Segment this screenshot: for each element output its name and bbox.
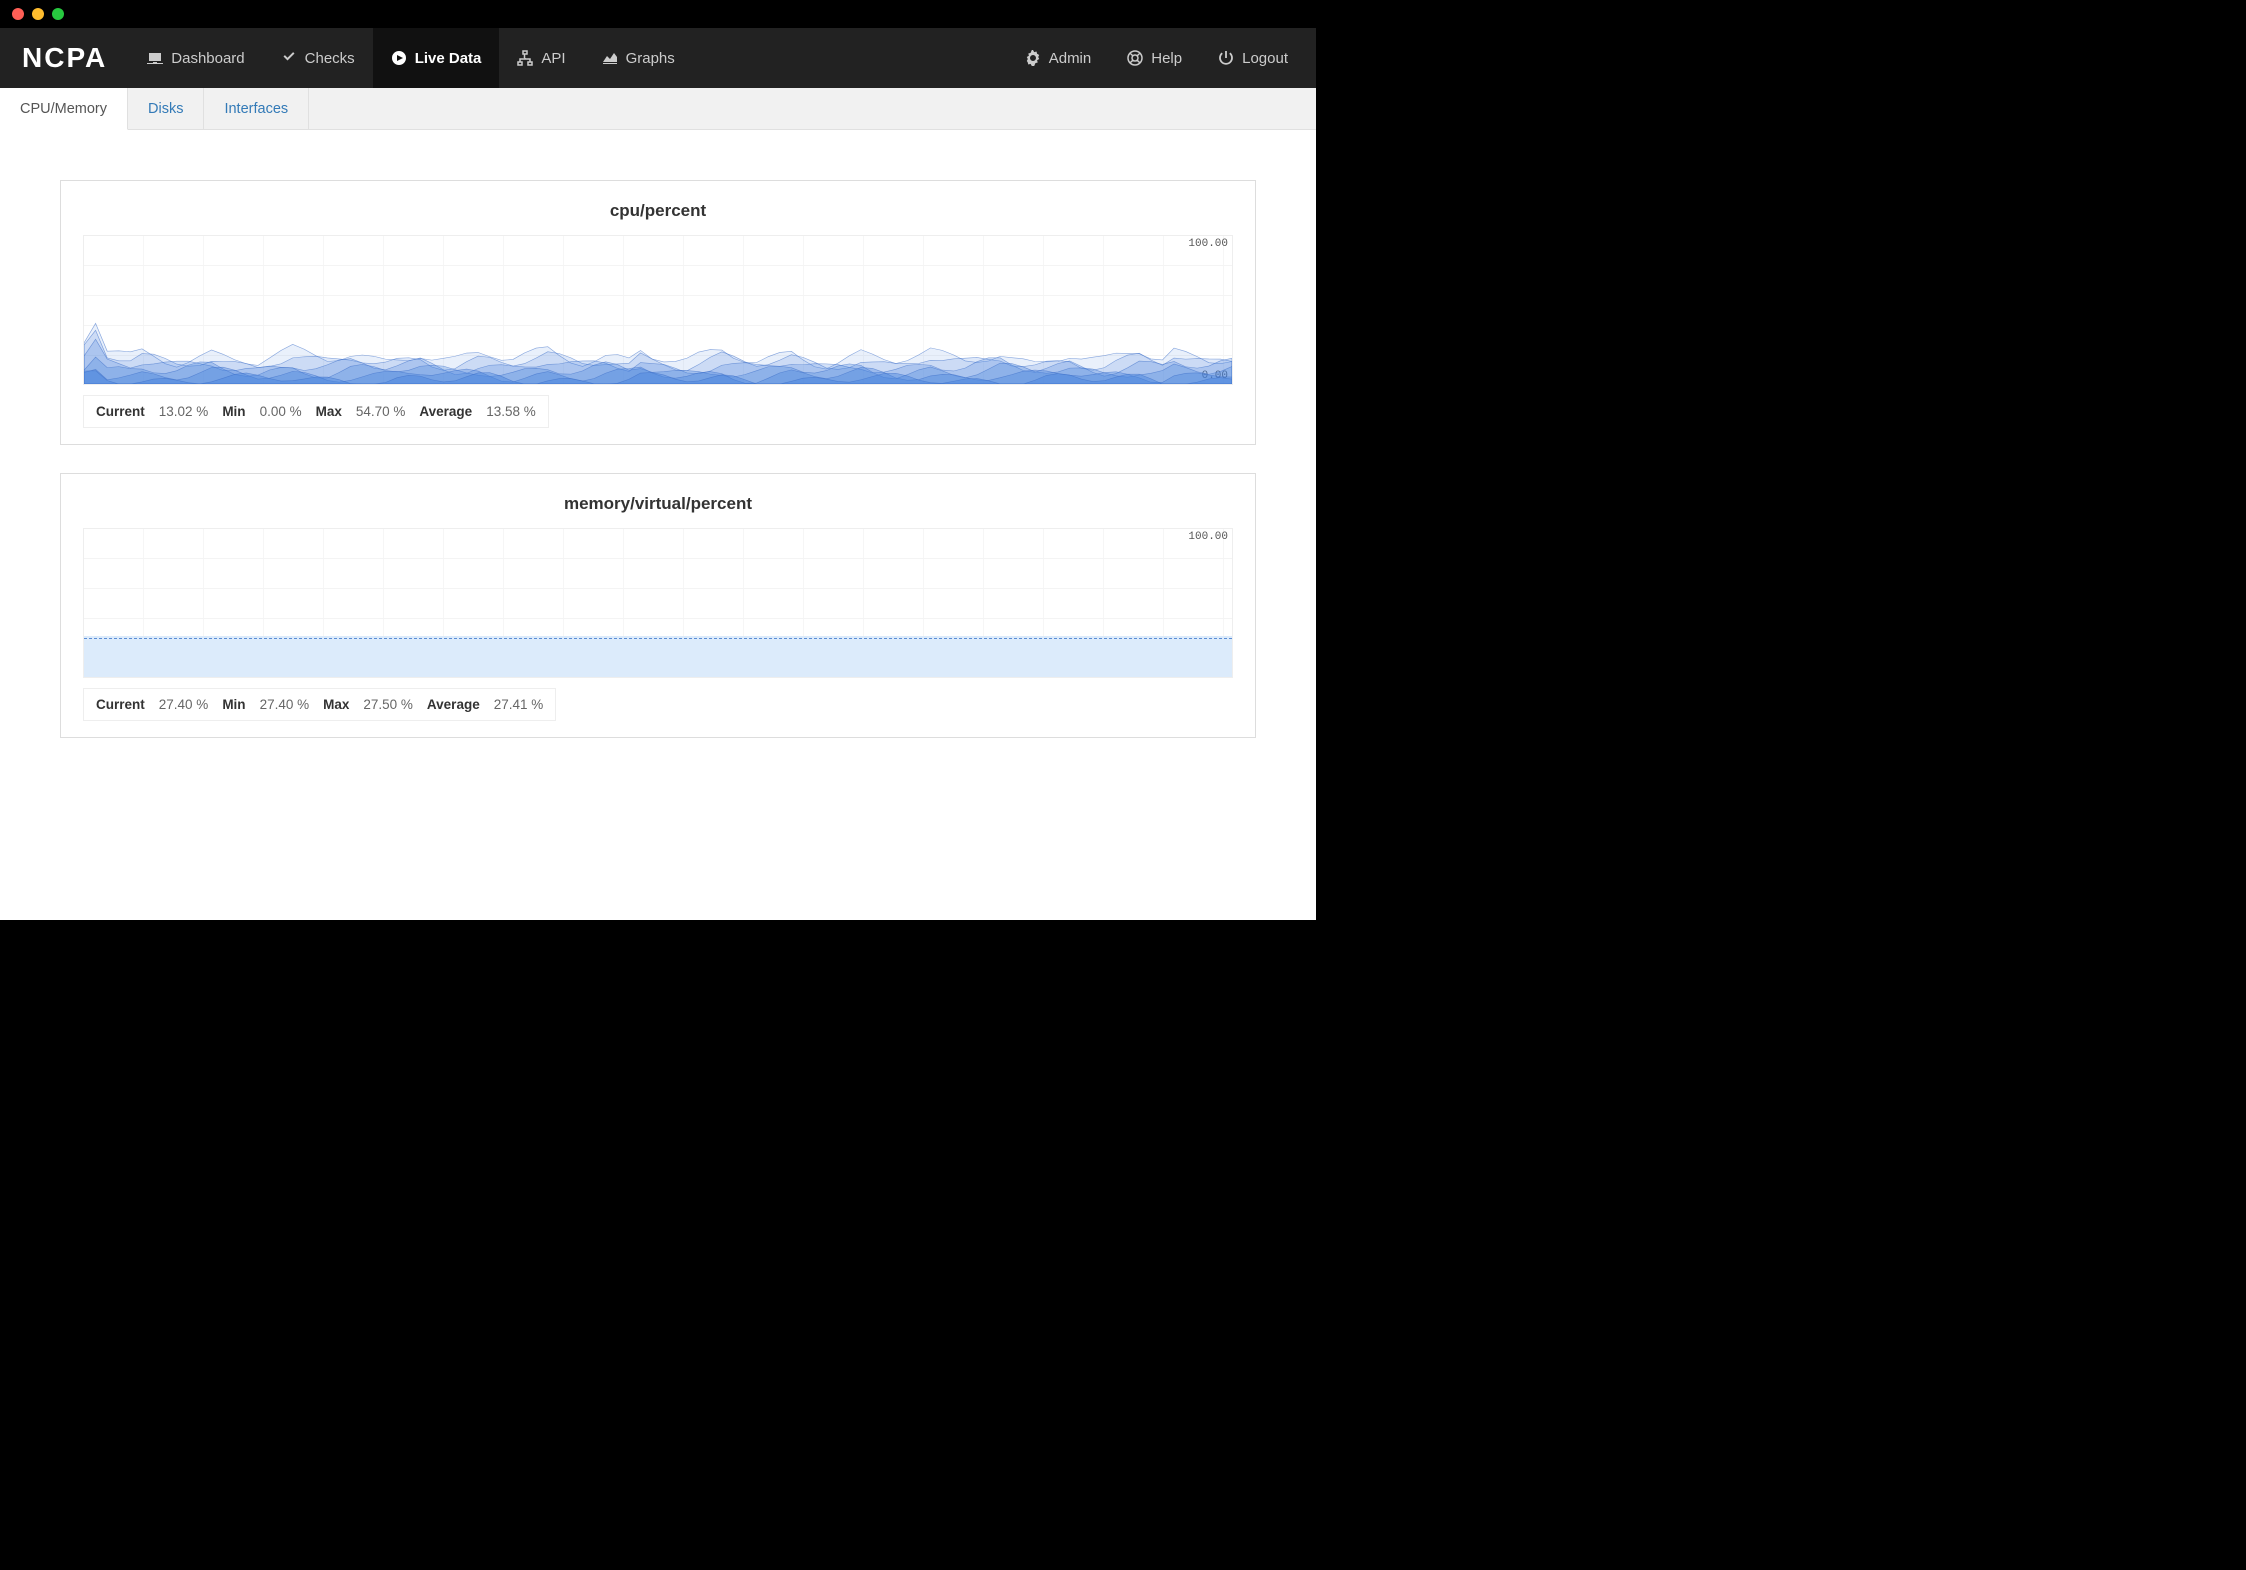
stat-min-value: 0.00 %: [260, 404, 302, 419]
stat-current-value: 13.02 %: [159, 404, 209, 419]
window-titlebar: [0, 0, 1316, 28]
chart-svg: [84, 236, 1232, 384]
panel-title: cpu/percent: [83, 201, 1233, 221]
nav-graphs[interactable]: Graphs: [584, 28, 693, 88]
nav-checks[interactable]: Checks: [263, 28, 373, 88]
chart-cpu: 100.00 0.00: [83, 235, 1233, 385]
window-minimize-button[interactable]: [32, 8, 44, 20]
stat-avg-value: 27.41 %: [494, 697, 544, 712]
nav-label: Help: [1151, 50, 1182, 67]
brand-logo: NCPA: [0, 28, 129, 88]
nav-label: Logout: [1242, 50, 1288, 67]
nav-dashboard[interactable]: Dashboard: [129, 28, 262, 88]
nav-help[interactable]: Help: [1109, 28, 1200, 88]
stat-avg-label: Average: [419, 404, 472, 419]
area-chart-icon: [602, 50, 618, 66]
window-close-button[interactable]: [12, 8, 24, 20]
chart-memory: 100.00 0.00: [83, 528, 1233, 678]
check-icon: [281, 50, 297, 66]
panel-memory-virtual-percent: memory/virtual/percent 100.00 0.00 Curre…: [60, 473, 1256, 738]
stat-current-label: Current: [96, 404, 145, 419]
nav-api[interactable]: API: [499, 28, 583, 88]
stat-min-value: 27.40 %: [260, 697, 310, 712]
y-axis-max: 100.00: [1188, 531, 1228, 543]
stat-current-label: Current: [96, 697, 145, 712]
chart-fill: [84, 636, 1232, 677]
stat-current-value: 27.40 %: [159, 697, 209, 712]
life-ring-icon: [1127, 50, 1143, 66]
nav-label: API: [541, 50, 565, 67]
subtab-interfaces[interactable]: Interfaces: [204, 88, 309, 129]
chart-line: [84, 638, 1232, 639]
panel-cpu-percent: cpu/percent 100.00 0.00 Current 13.02 % …: [60, 180, 1256, 445]
subtab-disks[interactable]: Disks: [128, 88, 204, 129]
nav-label: Admin: [1049, 50, 1092, 67]
sitemap-icon: [517, 50, 533, 66]
nav-live-data[interactable]: Live Data: [373, 28, 500, 88]
panel-title: memory/virtual/percent: [83, 494, 1233, 514]
nav-label: Graphs: [626, 50, 675, 67]
stats-row: Current 27.40 % Min 27.40 % Max 27.50 % …: [83, 688, 556, 721]
stat-min-label: Min: [222, 697, 245, 712]
nav-logout[interactable]: Logout: [1200, 28, 1306, 88]
play-circle-icon: [391, 50, 407, 66]
nav-left-group: Dashboard Checks Live Data API Graphs: [129, 28, 693, 88]
stats-row: Current 13.02 % Min 0.00 % Max 54.70 % A…: [83, 395, 549, 428]
nav-label: Live Data: [415, 50, 482, 67]
stat-avg-label: Average: [427, 697, 480, 712]
stat-max-value: 54.70 %: [356, 404, 406, 419]
nav-admin[interactable]: Admin: [1007, 28, 1110, 88]
subtab-cpu-memory[interactable]: CPU/Memory: [0, 88, 128, 130]
content-area: cpu/percent 100.00 0.00 Current 13.02 % …: [0, 130, 1316, 920]
stat-max-value: 27.50 %: [363, 697, 413, 712]
gear-icon: [1025, 50, 1041, 66]
monitor-icon: [147, 50, 163, 66]
stat-min-label: Min: [222, 404, 245, 419]
stat-avg-value: 13.58 %: [486, 404, 536, 419]
window-zoom-button[interactable]: [52, 8, 64, 20]
nav-label: Dashboard: [171, 50, 244, 67]
power-icon: [1218, 50, 1234, 66]
stat-max-label: Max: [316, 404, 342, 419]
stat-max-label: Max: [323, 697, 349, 712]
nav-right-group: Admin Help Logout: [1007, 28, 1316, 88]
nav-label: Checks: [305, 50, 355, 67]
sub-tabs: CPU/Memory Disks Interfaces: [0, 88, 1316, 130]
main-navbar: NCPA Dashboard Checks Live Data API Grap…: [0, 28, 1316, 88]
